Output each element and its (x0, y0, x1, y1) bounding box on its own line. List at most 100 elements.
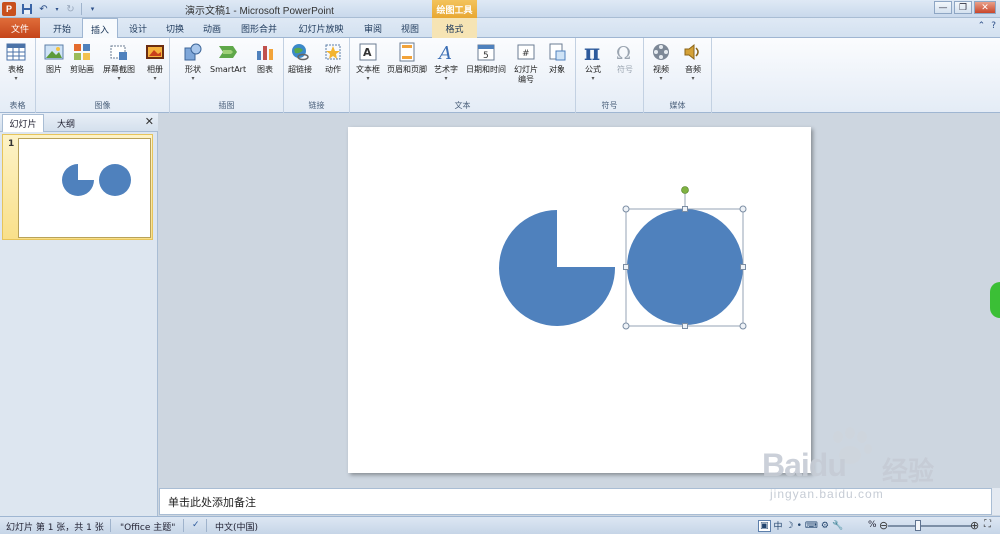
resize-handle-e[interactable] (740, 264, 746, 270)
input-method-indicator[interactable]: 中 (774, 519, 783, 532)
minimize-button[interactable]: — (934, 1, 952, 14)
powerpoint-logo-icon[interactable]: P (2, 2, 16, 16)
resize-handle-se[interactable] (739, 322, 747, 330)
table-button[interactable]: 表格 ▾ (5, 41, 27, 83)
close-button[interactable]: ✕ (974, 1, 996, 14)
zoom-slider-knob[interactable] (915, 520, 921, 531)
tab-review[interactable]: 审阅 (356, 18, 390, 38)
slide-thumbnail[interactable] (18, 138, 151, 238)
tab-design[interactable]: 设计 (121, 18, 155, 38)
wordart-button[interactable]: A 艺术字 ▾ (434, 41, 458, 83)
dropdown-arrow-icon: ▾ (14, 75, 18, 82)
picture-icon (43, 41, 65, 63)
chart-button[interactable]: 图表 (254, 41, 276, 75)
tab-outline[interactable]: 大纲 (46, 114, 86, 132)
tab-format[interactable]: 格式 (432, 18, 477, 38)
picture-button[interactable]: 图片 (43, 41, 65, 75)
settings-icon[interactable]: ⚙ (821, 521, 829, 531)
save-icon[interactable] (20, 3, 33, 16)
smartart-button[interactable]: SmartArt (210, 41, 246, 75)
textbox-icon: A (357, 41, 379, 63)
tab-home[interactable]: 开始 (44, 18, 80, 38)
header-footer-button-label: 页眉和页脚 (387, 65, 427, 74)
hyperlink-button[interactable]: 超链接 (288, 41, 312, 75)
redo-icon[interactable]: ↻ (64, 3, 77, 16)
maximize-button[interactable]: ❐ (954, 1, 972, 14)
resize-handle-n[interactable] (682, 206, 688, 212)
symbol-button[interactable]: Ω 符号 (614, 41, 636, 75)
close-panel-icon[interactable]: ✕ (145, 115, 154, 128)
pie-shape[interactable] (499, 210, 616, 326)
tab-file[interactable]: 文件 (0, 18, 40, 38)
baidu-watermark: Baidu 经验 jingyan.baidu.com (760, 425, 960, 515)
tab-slideshow[interactable]: 幻灯片放映 (292, 18, 350, 38)
spell-check-icon[interactable]: ✓ (192, 520, 200, 530)
hyperlink-button-label: 超链接 (288, 65, 312, 74)
smartart-button-label: SmartArt (210, 65, 247, 74)
tab-slides[interactable]: 幻灯片 (2, 114, 44, 132)
date-time-button[interactable]: 5 日期和时间 (466, 41, 506, 75)
slide-canvas[interactable] (348, 127, 811, 473)
selected-circle-shape[interactable] (627, 209, 743, 325)
fit-to-window-icon[interactable]: ⛶ (984, 519, 991, 530)
moon-icon[interactable]: ☽ (786, 521, 794, 531)
dropdown-chevron-icon[interactable]: ▾ (54, 3, 60, 16)
action-button-label: 动作 (325, 65, 341, 74)
tab-insert[interactable]: 插入 (82, 18, 118, 39)
wordart-button-label: 艺术字 (434, 65, 458, 74)
thumbnail-shapes (62, 164, 131, 196)
keyboard-icon[interactable]: ⌨ (805, 521, 818, 531)
undo-icon[interactable]: ↶ (37, 3, 50, 16)
customize-qat-icon[interactable]: ▾ (86, 3, 99, 16)
notes-scrollbar[interactable] (992, 488, 1000, 515)
watermark-cn: 经验 (882, 457, 935, 487)
photo-album-button-label: 相册 (147, 65, 163, 74)
group-label-images: 图像 (94, 101, 111, 110)
header-footer-icon (396, 41, 418, 63)
resize-handle-nw[interactable] (622, 205, 630, 213)
symbol-button-label: 符号 (617, 65, 633, 74)
dropdown-arrow-icon: ▾ (444, 75, 448, 82)
wrench-icon[interactable]: 🔧 (832, 521, 843, 531)
video-button[interactable]: 视频 ▾ (650, 41, 672, 83)
status-bar: 幻灯片 第 1 张，共 1 张 "Office 主题" ✓ 中文(中国) ▣ 中… (0, 516, 1000, 534)
zoom-out-icon[interactable]: ⊖ (879, 519, 888, 532)
language-status[interactable]: 中文(中国) (215, 520, 258, 533)
slide-thumbnail-item[interactable]: 1 (2, 134, 153, 240)
resize-handle-sw[interactable] (622, 322, 630, 330)
tab-transitions[interactable]: 切换 (158, 18, 192, 38)
resize-handle-ne[interactable] (739, 205, 747, 213)
date-time-button-label: 日期和时间 (466, 65, 506, 74)
clip-art-button[interactable]: 剪贴画 (70, 41, 94, 75)
textbox-button[interactable]: A 文本框 ▾ (356, 41, 380, 83)
screenshot-button[interactable]: 屏幕截图 ▾ (103, 41, 135, 83)
equation-button[interactable]: π 公式 ▾ (582, 41, 604, 83)
rotation-handle[interactable] (681, 186, 689, 194)
resize-handle-w[interactable] (623, 264, 629, 270)
dot-icon[interactable]: • (797, 521, 802, 531)
theme-status[interactable]: "Office 主题" (120, 520, 175, 533)
minimize-ribbon-icon[interactable]: ⌃ (978, 21, 986, 31)
photo-album-button[interactable]: 相册 ▾ (144, 41, 166, 83)
zoom-in-icon[interactable]: ⊕ (970, 519, 979, 532)
zoom-slider-track[interactable] (888, 525, 972, 527)
slide-shapes (499, 186, 747, 330)
floating-green-button[interactable] (990, 282, 1000, 318)
table-button-label: 表格 (8, 65, 24, 74)
resize-handle-s[interactable] (682, 323, 688, 329)
clip-art-icon (71, 41, 93, 63)
window-title: 演示文稿1 - Microsoft PowerPoint (185, 6, 334, 17)
thumb-pie-shape (62, 164, 94, 196)
header-footer-button[interactable]: 页眉和页脚 (387, 41, 427, 75)
zoom-control: % ⊖ ⊕ ⛶ (868, 519, 996, 533)
tab-animations[interactable]: 动画 (195, 18, 229, 38)
shapes-button[interactable]: 形状 ▾ (182, 41, 204, 83)
tab-view[interactable]: 视图 (393, 18, 427, 38)
slide-number-button[interactable]: # 幻灯片 编号 (514, 41, 538, 85)
help-icon[interactable]: ? (991, 21, 996, 31)
object-button[interactable]: 对象 (546, 41, 568, 75)
action-button[interactable]: 动作 (322, 41, 344, 75)
audio-button[interactable]: 音频 ▾ (682, 41, 704, 83)
tab-merge-shapes[interactable]: 图形合并 (232, 18, 286, 38)
normal-view-icon[interactable]: ▣ (758, 519, 771, 532)
